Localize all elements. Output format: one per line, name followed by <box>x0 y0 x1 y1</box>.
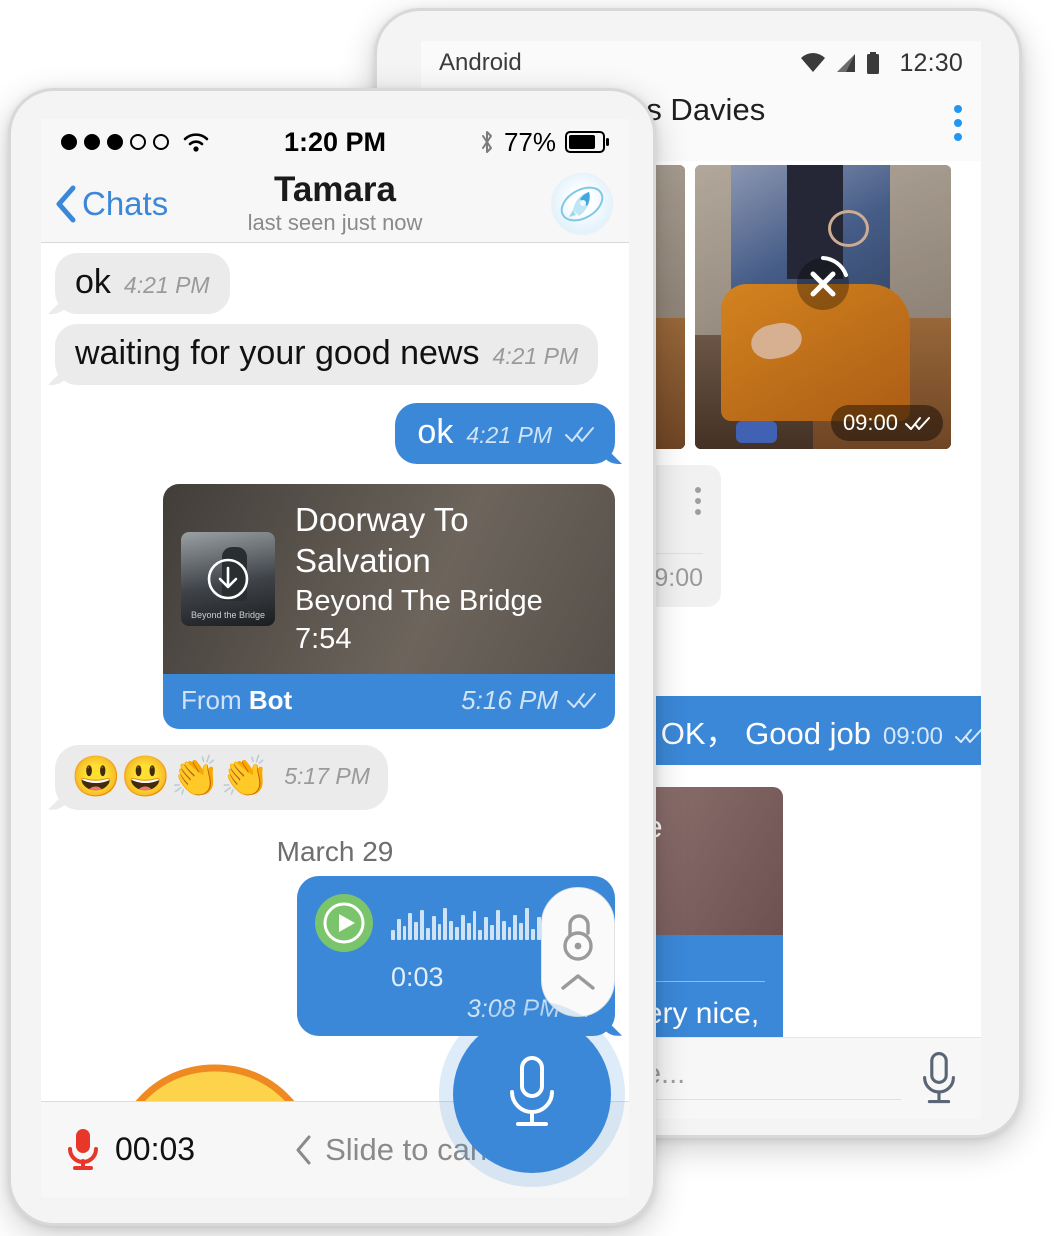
message-text: OK， Good job <box>660 716 871 751</box>
photo-attachment-2[interactable]: 09:00 <box>695 165 951 449</box>
album-cover: Beyond the Bridge <box>181 531 275 626</box>
incoming-text-bubble[interactable]: waiting for your good news 4:21 PM <box>55 324 599 385</box>
message-text: ok <box>75 263 111 301</box>
song-title: Doorway To Salvation <box>295 501 469 579</box>
battery-icon <box>867 52 880 74</box>
message-row: ok 4:21 PM <box>55 253 615 314</box>
timestamp: 4:21 PM <box>123 272 210 298</box>
read-receipt-icon <box>567 693 596 709</box>
rocket-avatar-icon[interactable] <box>551 172 613 235</box>
overflow-menu-icon[interactable] <box>953 105 963 141</box>
song-duration: 7:54 <box>295 622 352 655</box>
battery-icon <box>565 131 609 153</box>
album-cover-caption: Beyond the Bridge <box>190 609 266 620</box>
wifi-icon <box>801 53 826 72</box>
timestamp: 4:21 PM <box>492 343 579 369</box>
message-row: 😃😃👏👏 5:17 PM <box>55 744 615 810</box>
chevron-left-icon <box>56 185 76 222</box>
overflow-menu-icon[interactable] <box>685 481 703 515</box>
outgoing-text-bubble[interactable]: ok 4:21 PM <box>395 403 615 464</box>
ios-message-list[interactable]: ok 4:21 PM waiting for your good news 4:… <box>41 243 629 1127</box>
read-receipt-icon <box>905 417 930 430</box>
timestamp: 5:17 PM <box>284 762 370 789</box>
timestamp: 4:21 PM <box>466 422 552 448</box>
ios-nav-bar: Chats Tamara last seen just now <box>41 165 629 243</box>
read-receipt-icon <box>565 427 594 442</box>
song-source-prefix: From <box>181 684 249 715</box>
voice-lock-control[interactable] <box>541 887 615 1017</box>
bluetooth-icon <box>481 131 492 153</box>
recording-timer: 00:03 <box>115 1131 196 1167</box>
screenshot-root: Android 12:30 Charles Davies 09:00 09:00… <box>0 0 1056 1236</box>
emoji-content: 😃😃👏👏 <box>71 754 271 799</box>
microphone-icon[interactable] <box>915 1050 963 1108</box>
outgoing-text-bubble[interactable]: OK， Good job 09:00 <box>638 696 981 765</box>
read-receipt-icon <box>955 729 981 743</box>
chevron-up-icon[interactable] <box>558 971 598 993</box>
android-status-bar: Android 12:30 <box>421 41 981 85</box>
timestamp: 09:00 <box>842 410 898 435</box>
incoming-text-bubble[interactable]: ok 4:21 PM <box>55 253 230 314</box>
signal-strength-icon <box>61 134 169 150</box>
battery-percent: 77% <box>503 126 556 157</box>
song-share-message[interactable]: Beyond the Bridge Doorway To Salvation B… <box>163 484 615 729</box>
download-icon[interactable] <box>206 557 250 601</box>
play-icon[interactable] <box>313 892 375 954</box>
chevron-left-icon <box>296 1135 311 1164</box>
page-title: Tamara <box>274 169 396 209</box>
wifi-icon <box>183 133 209 152</box>
signal-icon <box>837 54 856 72</box>
photo-timestamp: 09:00 <box>830 405 943 441</box>
message-row: waiting for your good news 4:21 PM <box>55 324 615 385</box>
cancel-upload-icon[interactable] <box>792 253 854 315</box>
song-source: From Bot <box>181 685 292 716</box>
microphone-icon <box>68 1128 98 1170</box>
message-row: ok 4:21 PM <box>55 403 615 464</box>
message-text: waiting for your good news <box>75 334 480 372</box>
timestamp: 09:00 <box>882 723 943 750</box>
lock-icon <box>563 914 593 961</box>
timestamp: 5:16 PM <box>461 684 558 715</box>
android-status-time: 12:30 <box>899 48 963 77</box>
back-to-chats-button[interactable]: Chats <box>55 185 168 223</box>
ios-status-bar: 1:20 PM 77% <box>41 119 629 165</box>
date-separator: March 29 <box>276 835 394 867</box>
emoji-message-bubble[interactable]: 😃😃👏👏 5:17 PM <box>55 744 388 810</box>
song-source-name: Bot <box>248 684 293 715</box>
microphone-icon <box>510 1056 554 1126</box>
ios-screen: 1:20 PM 77% Chats Tamara last seen just … <box>41 119 629 1197</box>
record-voice-button[interactable] <box>453 1015 611 1173</box>
ios-phone-frame: 1:20 PM 77% Chats Tamara last seen just … <box>8 88 656 1226</box>
message-text: ok <box>417 413 454 451</box>
song-artist: Beyond The Bridge <box>295 584 543 617</box>
android-status-label: Android <box>439 49 522 76</box>
back-label: Chats <box>82 184 169 222</box>
